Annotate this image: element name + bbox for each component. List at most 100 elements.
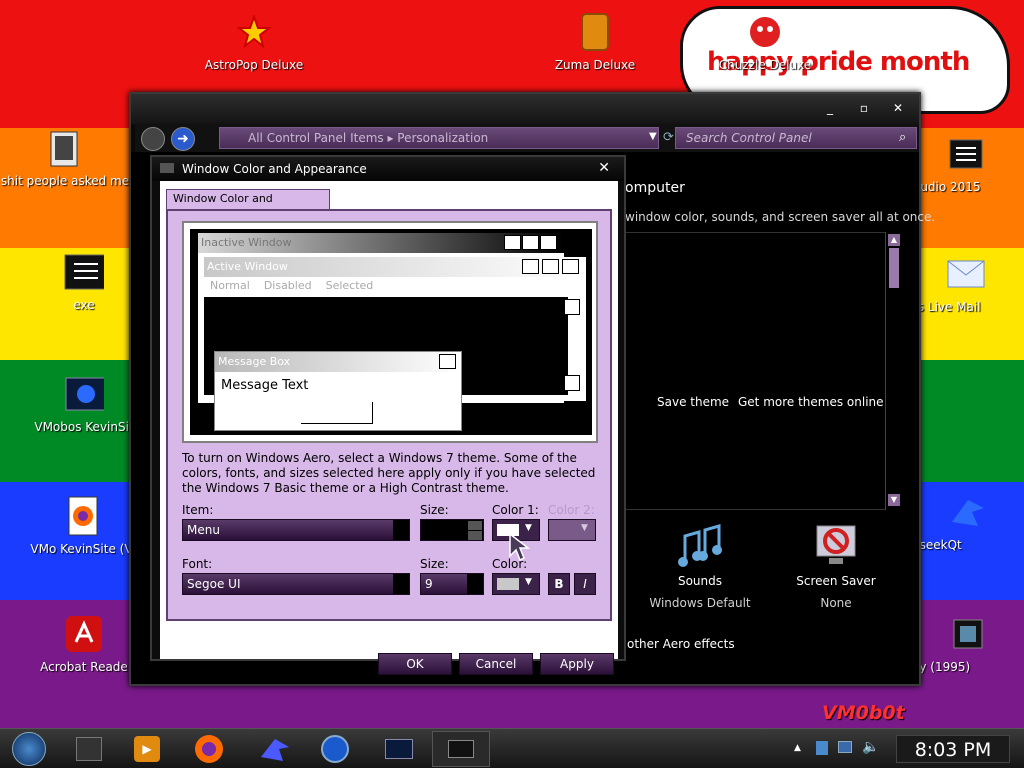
zuma-icon xyxy=(575,12,615,52)
bold-button[interactable]: B xyxy=(548,573,570,595)
tab-panel: Inactive Window Active Window Normal Dis… xyxy=(166,209,612,621)
preview-scroll-down xyxy=(564,375,580,391)
appearance-preview[interactable]: Inactive Window Active Window Normal Dis… xyxy=(182,221,598,443)
font-select[interactable]: Segoe UI xyxy=(182,573,410,595)
tray-flag-icon[interactable] xyxy=(816,741,828,755)
ie-icon xyxy=(321,735,349,763)
scroll-thumb[interactable] xyxy=(889,248,899,288)
taskbar-app-cube[interactable] xyxy=(60,731,118,767)
desktop-icon-app[interactable]: ay (1995) xyxy=(912,614,1024,674)
spin-down-icon[interactable] xyxy=(468,531,482,540)
forward-button[interactable]: ➜ xyxy=(171,127,195,151)
start-orb-icon xyxy=(12,732,46,766)
tray-volume-icon[interactable]: 🔈 xyxy=(862,739,879,755)
taskbar-app-media[interactable]: ▶ xyxy=(118,731,176,767)
screensaver-value: None xyxy=(820,596,852,610)
vm-icon xyxy=(385,739,413,759)
save-theme-link[interactable]: Save theme xyxy=(657,395,729,409)
back-button[interactable] xyxy=(141,127,165,151)
taskbar-app-vm[interactable] xyxy=(370,731,428,767)
page-subtitle: window color, sounds, and screen saver a… xyxy=(625,210,936,224)
taskbar-app-firefox[interactable] xyxy=(180,731,238,767)
preview-close-icon xyxy=(540,235,557,250)
instructions-text: To turn on Windows Aero, select a Window… xyxy=(182,451,596,495)
color2-button[interactable]: ▼ xyxy=(548,519,596,541)
preview-active-close-icon xyxy=(562,259,579,274)
sounds-setting[interactable]: Sounds Windows Default xyxy=(645,522,755,610)
media-player-icon: ▶ xyxy=(134,736,160,762)
dialog-titlebar[interactable]: Window Color and Appearance ✕ xyxy=(152,157,624,181)
refresh-icon[interactable]: ⟳ xyxy=(663,130,674,145)
screensaver-label: Screen Saver xyxy=(796,574,876,588)
bird-icon xyxy=(261,739,289,761)
desktop-icon-studio[interactable]: Studio 2015 xyxy=(908,134,1024,194)
music-notes-icon xyxy=(645,522,755,574)
italic-button[interactable]: I xyxy=(574,573,596,595)
start-button[interactable] xyxy=(0,731,58,767)
maximize-button[interactable]: ▫ xyxy=(853,100,875,116)
desktop-icon-exe[interactable]: exe xyxy=(24,252,144,312)
font-size-select[interactable]: 9 xyxy=(420,573,484,595)
item-size-input[interactable] xyxy=(420,519,484,541)
desktop-icon-seek[interactable]: dseekQt xyxy=(912,492,1024,552)
firefox-icon xyxy=(195,735,223,763)
address-dropdown-icon[interactable]: ▼ xyxy=(649,131,657,142)
tray-expand-icon[interactable]: ▲ xyxy=(794,743,801,753)
desktop-icon-zuma[interactable]: Zuma Deluxe xyxy=(535,12,655,72)
apply-button[interactable]: Apply xyxy=(540,653,614,675)
taskbar-clock[interactable]: 8:03 PM xyxy=(896,735,1010,763)
themes-list[interactable] xyxy=(625,232,903,510)
app-icon xyxy=(948,614,988,654)
screensaver-icon xyxy=(781,522,891,574)
address-box[interactable]: All Control Panel Items ▸ Personalizatio… xyxy=(219,127,659,149)
astropop-icon xyxy=(234,12,274,52)
dialog-body: Window Color and Appearance Inactive Win… xyxy=(160,181,618,675)
desktop-icon-chuzzle[interactable]: Chuzzle Deluxe xyxy=(705,12,825,72)
window-icon xyxy=(160,163,174,173)
screensaver-setting[interactable]: Screen Saver None xyxy=(781,522,891,610)
appearance-dialog: Window Color and Appearance ✕ Window Col… xyxy=(150,155,626,675)
address-text: All Control Panel Items ▸ Personalizatio… xyxy=(248,131,489,145)
search-icon[interactable]: ⌕ xyxy=(899,130,906,145)
font-dropdown-icon xyxy=(393,574,409,594)
cancel-button[interactable]: Cancel xyxy=(459,653,533,675)
taskbar-app-ie[interactable] xyxy=(306,731,364,767)
item-select[interactable]: Menu xyxy=(182,519,410,541)
sounds-label: Sounds xyxy=(677,574,723,588)
chuzzle-icon xyxy=(745,12,785,52)
dialog-close-button[interactable]: ✕ xyxy=(598,160,610,176)
search-input[interactable]: Search Control Panel xyxy=(675,127,917,149)
desktop-icon-acrobat[interactable]: Acrobat Reade xyxy=(24,614,144,674)
get-more-themes-link[interactable]: Get more themes online xyxy=(738,395,884,409)
vmbox-icon xyxy=(64,374,104,414)
ok-button[interactable]: OK xyxy=(378,653,452,675)
address-bar-row: ➜ All Control Panel Items ▸ Personalizat… xyxy=(135,124,919,152)
bird-icon xyxy=(948,492,988,532)
spin-up-icon[interactable] xyxy=(468,521,482,530)
tray-network-icon[interactable] xyxy=(838,741,852,753)
desktop-icon-mail[interactable]: ws Live Mail xyxy=(908,254,1024,314)
themes-scrollbar[interactable]: ▲ ▼ xyxy=(885,232,903,510)
font-color-button[interactable]: ▼ xyxy=(492,573,540,595)
tab-window-color[interactable]: Window Color and Appearance xyxy=(166,189,330,223)
preview-max-icon xyxy=(522,235,539,250)
acrobat-icon xyxy=(64,614,104,654)
desktop-icon-folder[interactable]: shit people asked me xyxy=(0,128,130,188)
dialog-title: Window Color and Appearance xyxy=(182,162,367,176)
desktop-icon-vmbox[interactable]: VMobos KevinSit xyxy=(24,374,144,434)
desktop-icon-astropop[interactable]: AstroPop Deluxe xyxy=(194,12,314,72)
scroll-down-icon[interactable]: ▼ xyxy=(888,494,900,506)
taskbar-app-vm2[interactable] xyxy=(432,731,490,767)
font-color-dropdown-icon: ▼ xyxy=(525,577,532,587)
window-titlebar[interactable]: _ ▫ ✕ xyxy=(131,94,919,124)
preview-active-max-icon xyxy=(542,259,559,274)
minimize-button[interactable]: _ xyxy=(819,100,841,116)
preview-scroll-up xyxy=(564,299,580,315)
aero-effects-link[interactable]: other Aero effects xyxy=(627,637,735,651)
preview-message-box: Message Box Message Text xyxy=(214,351,462,431)
taskbar-app-bird[interactable] xyxy=(246,731,304,767)
font-color-swatch xyxy=(497,578,519,590)
scroll-up-icon[interactable]: ▲ xyxy=(888,234,900,246)
close-button[interactable]: ✕ xyxy=(887,100,909,116)
firefox-file-icon xyxy=(63,496,103,536)
